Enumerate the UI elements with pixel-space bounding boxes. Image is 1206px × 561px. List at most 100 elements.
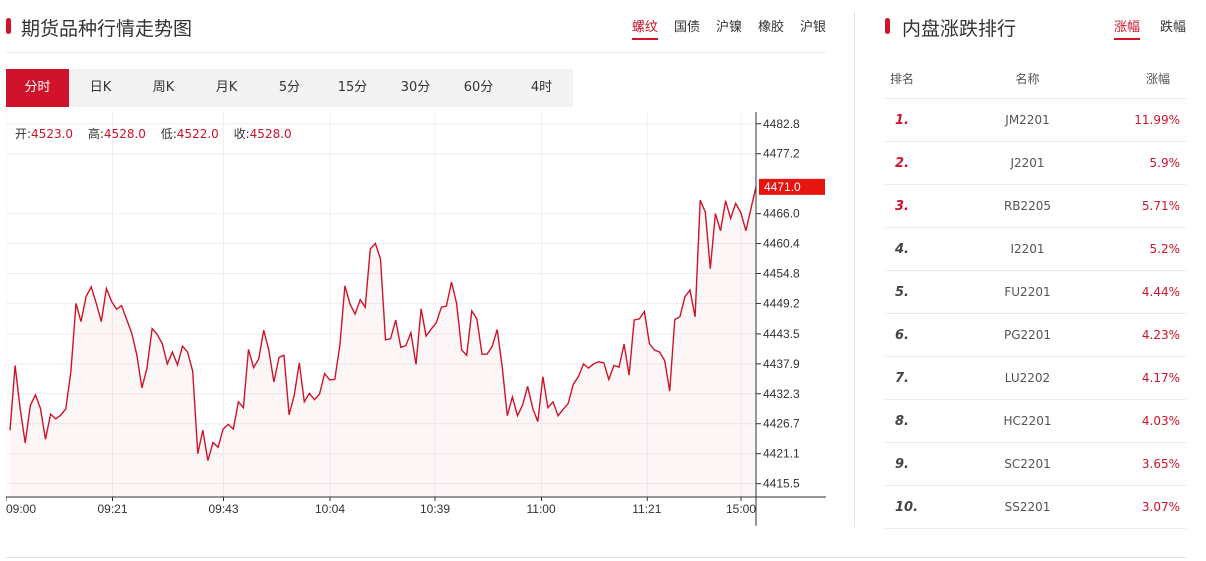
change-percent: 5.2% [1149, 242, 1181, 256]
rank-number: 10. [895, 499, 919, 515]
contract-name: SC2201 [1004, 457, 1051, 471]
ohlc-readout: 开:4523.0 高:4528.0 低:4522.0 收:4528.0 [15, 125, 303, 142]
high-label: 高: [87, 127, 104, 141]
change-percent: 5.71% [1141, 199, 1180, 213]
low-value: 4522.0 [176, 127, 219, 141]
ranking-tab[interactable]: 涨幅 [1113, 16, 1140, 40]
y-tick-label: 4421.1 [763, 447, 800, 461]
period-tab[interactable]: 4时 [510, 69, 573, 107]
period-tab[interactable]: 30分 [384, 69, 447, 107]
close-label: 收: [233, 127, 250, 141]
product-tab[interactable]: 橡胶 [758, 16, 784, 40]
x-tick-label: 10:39 [420, 502, 450, 516]
contract-name: JM2201 [1005, 113, 1050, 127]
intraday-chart[interactable]: 4482.8 4477.2 4466.0 4460.4 4454.8 4449.2 4443… [5, 112, 826, 532]
high-value: 4528.0 [103, 127, 146, 141]
ranking-rows: 1. JM2201 11.99% 2. J2201 5.9% 3. RB2205 5.71% 4.… [885, 99, 1186, 529]
chart-panel-title: 期货品种行情走势图 [21, 18, 193, 40]
footer-divider [6, 557, 1186, 558]
y-tick-label: 4466.0 [763, 207, 800, 221]
y-tick-label: 4437.9 [763, 357, 800, 371]
panel-divider [854, 12, 855, 527]
rank-number: 1. [895, 112, 909, 128]
header-divider [6, 52, 826, 53]
contract-name: J2201 [1010, 156, 1045, 170]
contract-name: HC2201 [1003, 414, 1052, 428]
y-tick-label: 4415.5 [763, 477, 800, 491]
period-tab[interactable]: 5分 [258, 69, 321, 107]
period-tab[interactable]: 周K [132, 69, 195, 107]
current-price-label: 4471.0 [764, 180, 801, 194]
x-tick-label: 09:21 [98, 502, 128, 516]
ranking-row[interactable]: 5. FU2201 4.44% [885, 271, 1186, 314]
contract-name: SS2201 [1004, 500, 1051, 514]
y-tick-label: 4432.3 [763, 387, 800, 401]
x-tick-label: 11:21 [632, 502, 661, 516]
ranking-panel-title: 内盘涨跌排行 [902, 18, 1017, 40]
change-percent: 4.03% [1141, 414, 1180, 428]
column-header-change: 涨幅 [1145, 71, 1170, 86]
ranking-table-header: 排名 名称 涨幅 [885, 58, 1186, 99]
product-tab[interactable]: 国债 [674, 16, 700, 40]
rank-number: 5. [895, 284, 909, 300]
rank-number: 3. [895, 198, 909, 214]
ranking-row[interactable]: 7. LU2202 4.17% [885, 357, 1186, 400]
price-area [10, 186, 756, 497]
rank-number: 7. [895, 370, 909, 386]
x-tick-label: 11:00 [527, 502, 556, 516]
change-percent: 3.65% [1141, 457, 1180, 471]
ranking-row[interactable]: 9. SC2201 3.65% [885, 443, 1186, 486]
contract-name: PG2201 [1003, 328, 1052, 342]
product-tab[interactable]: 沪镍 [716, 16, 742, 40]
rank-number: 4. [895, 241, 909, 257]
ranking-panel-header: 内盘涨跌排行 涨幅 跌幅 [885, 12, 1186, 42]
ranking-row[interactable]: 10. SS2201 3.07% [885, 486, 1186, 529]
x-tick-label: 09:00 [6, 502, 36, 516]
ranking-row[interactable]: 8. HC2201 4.03% [885, 400, 1186, 443]
chart-panel-header: 期货品种行情走势图 螺纹 国债 沪镍 橡胶 沪银 [6, 12, 826, 42]
ranking-row[interactable]: 1. JM2201 11.99% [885, 99, 1186, 142]
column-header-name: 名称 [1015, 71, 1040, 86]
y-tick-label: 4482.8 [763, 117, 800, 131]
open-value: 4523.0 [31, 127, 74, 141]
price-line-chart[interactable]: 4482.8 4477.2 4466.0 4460.4 4454.8 4449.2 4443… [5, 112, 826, 532]
period-tab[interactable]: 日K [69, 69, 132, 107]
contract-name: I2201 [1010, 242, 1045, 256]
x-tick-label: 09:43 [209, 502, 239, 516]
period-tab[interactable]: 60分 [447, 69, 510, 107]
contract-name: RB2205 [1003, 199, 1052, 213]
change-percent: 11.99% [1134, 113, 1180, 127]
change-percent: 5.9% [1149, 156, 1181, 170]
y-tick-label: 4454.8 [763, 266, 800, 280]
title-accent-bar [885, 18, 890, 34]
rank-number: 6. [895, 327, 909, 343]
change-percent: 4.17% [1141, 371, 1180, 385]
y-tick-label: 4477.2 [763, 147, 800, 161]
futures-chart-panel: 期货品种行情走势图 螺纹 国债 沪镍 橡胶 沪银 分时 日K 周K 月K 5分 15分 30分 60分… [5, 0, 826, 540]
ranking-panel: 内盘涨跌排行 涨幅 跌幅 排名 名称 涨幅 1. JM2201 11.99% 2. J22… [885, 0, 1186, 540]
ranking-tabs: 涨幅 跌幅 [1113, 16, 1186, 40]
change-percent: 3.07% [1141, 500, 1180, 514]
period-tab[interactable]: 15分 [321, 69, 384, 107]
change-percent: 4.23% [1141, 328, 1180, 342]
title-accent-bar [6, 18, 11, 34]
period-tab[interactable]: 分时 [6, 69, 69, 107]
rank-number: 9. [895, 456, 909, 472]
open-label: 开: [15, 127, 32, 141]
ranking-row[interactable]: 4. I2201 5.2% [885, 228, 1186, 271]
product-tab[interactable]: 沪银 [800, 16, 826, 40]
column-header-rank: 排名 [890, 71, 915, 86]
y-tick-label: 4449.2 [763, 296, 800, 310]
ranking-tab[interactable]: 跌幅 [1160, 16, 1186, 40]
ranking-row[interactable]: 2. J2201 5.9% [885, 142, 1186, 185]
period-selector: 分时 日K 周K 月K 5分 15分 30分 60分 4时 [6, 69, 573, 107]
product-tabs: 螺纹 国债 沪镍 橡胶 沪银 [631, 16, 826, 40]
x-tick-label: 10:04 [315, 502, 345, 516]
period-tab[interactable]: 月K [195, 69, 258, 107]
product-tab[interactable]: 螺纹 [631, 16, 658, 40]
ranking-row[interactable]: 3. RB2205 5.71% [885, 185, 1186, 228]
close-value: 4528.0 [249, 127, 292, 141]
rank-number: 2. [895, 155, 909, 171]
rank-number: 8. [895, 413, 909, 429]
ranking-row[interactable]: 6. PG2201 4.23% [885, 314, 1186, 357]
